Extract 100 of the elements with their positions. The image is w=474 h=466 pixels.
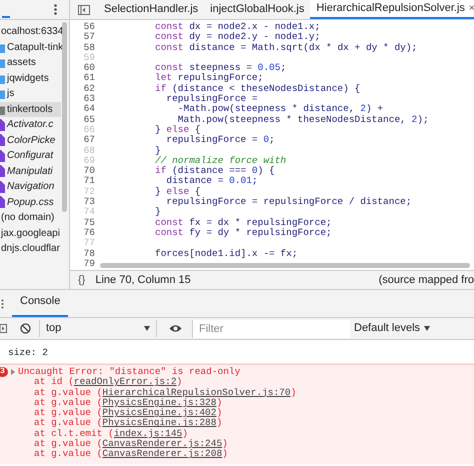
- line-number: 65: [82, 114, 95, 125]
- code-line: const distance = Math.sqrt(dx * dx + dy * dy);: [155, 42, 418, 53]
- file-icon: [0, 134, 5, 146]
- tree-item[interactable]: (no domain): [0, 210, 61, 226]
- code-line: if (distance === 0) {: [155, 166, 275, 176]
- code-line: const fx = dx * repulsingForce;: [155, 218, 332, 228]
- tree-item[interactable]: js: [0, 86, 61, 102]
- code-line: const dx = node2.x - node1.x;: [155, 22, 320, 32]
- tree-item[interactable]: Configurat: [0, 148, 61, 164]
- tree-item-label: Configurat: [7, 149, 54, 164]
- tree-item-label: Navigation: [7, 180, 54, 194]
- line-number: 66: [82, 124, 95, 136]
- line-number: 69: [82, 156, 95, 166]
- code-line: } else {: [155, 124, 201, 135]
- code-line: repulsingForce = 0;: [165, 135, 275, 146]
- levels-dropdown[interactable]: Default levels: [354, 320, 430, 337]
- tree-item-label: ColorPicke: [7, 134, 56, 148]
- code-line: Math.pow(steepness * theseNodesDistance, 2);: [176, 114, 429, 125]
- drag-handle-icon[interactable]: [1, 299, 4, 309]
- error-text: Uncaught Error: "distance" is read-only: [18, 367, 240, 377]
- log-message: size: 2: [8, 347, 48, 358]
- tree-item-label: tinkertools: [7, 102, 53, 117]
- source-link[interactable]: HierarchicalRepulsionSolver.js:70: [102, 386, 291, 398]
- cursor-position: Line 70, Column 15: [94, 272, 191, 288]
- editor-tab[interactable]: SelectionHandler.js: [98, 0, 204, 19]
- line-number: 67: [82, 135, 95, 146]
- pretty-print-button[interactable]: {}: [70, 272, 94, 288]
- tree-item-label: (no domain): [1, 211, 54, 226]
- sidebar-toggle-icon[interactable]: [0, 324, 7, 333]
- editor-tab[interactable]: injectGlobalHook.js: [204, 0, 310, 19]
- tree-item[interactable]: Manipulati: [0, 164, 61, 179]
- tree-item[interactable]: Navigation: [0, 179, 61, 194]
- tree-item-label: Activator.c: [7, 118, 54, 132]
- code-line: } else {: [155, 186, 201, 197]
- stack-frame: at g.value (PhysicsEngine.js:288): [0, 418, 474, 429]
- source-link[interactable]: index.js:145: [114, 428, 182, 439]
- line-number: 56: [82, 22, 95, 32]
- code-line: }: [155, 146, 161, 156]
- tree-item[interactable]: dnjs.cloudflar: [0, 241, 61, 256]
- source-link[interactable]: PhysicsEngine.js:402: [102, 407, 216, 418]
- source-link[interactable]: PhysicsEngine.js:288: [102, 417, 216, 428]
- tree-item-label: Catapult-tink: [7, 40, 64, 55]
- tree-item[interactable]: Catapult-tink: [0, 40, 61, 55]
- line-number: 75: [82, 218, 95, 228]
- code-line: repulsingForce = repulsingForce / distance;: [165, 197, 412, 208]
- tree-item[interactable]: Activator.c: [0, 117, 61, 132]
- stack-frame: at g.value (CanvasRenderer.js:208): [0, 449, 474, 460]
- tree-item-label: js: [7, 87, 14, 102]
- line-number: 71: [82, 176, 95, 187]
- code-line: const fy = dy * repulsingForce;: [155, 228, 332, 238]
- stack-frame: at g.value (HierarchicalRepulsionSolver.js:70): [0, 388, 474, 398]
- line-number: 74: [82, 207, 95, 218]
- context-select[interactable]: top: [39, 320, 157, 337]
- line-number: 60: [82, 63, 95, 74]
- tree-item[interactable]: jqwidgets: [0, 70, 61, 86]
- tree-item[interactable]: Popup.css: [0, 194, 61, 210]
- code-line: repulsingForce =: [165, 94, 258, 104]
- code-line: let repulsingForce;: [155, 73, 264, 84]
- editor-tab[interactable]: HierarchicalRepulsionSolver.js ×: [310, 0, 474, 19]
- eye-icon[interactable]: [169, 324, 182, 333]
- code-line: // normalize force with: [155, 156, 286, 166]
- caret-icon: [424, 326, 430, 331]
- tree-item-label: jqwidgets: [7, 72, 49, 86]
- clear-icon[interactable]: [20, 323, 31, 334]
- close-icon[interactable]: ×: [468, 1, 474, 16]
- stack-frame: at g.value (CanvasRenderer.js:245): [0, 439, 474, 450]
- line-number: 62: [82, 84, 95, 94]
- tree-item[interactable]: jax.googleapi: [0, 226, 61, 241]
- source-link[interactable]: readOnlyError.js:2: [74, 376, 177, 388]
- code-line: distance = 0.01;: [165, 176, 258, 187]
- code-line: const dy = node2.y - node1.y;: [155, 32, 320, 43]
- tree-item[interactable]: assets: [0, 55, 61, 70]
- line-number: 77: [82, 238, 95, 249]
- expand-triangle-icon[interactable]: [11, 369, 15, 376]
- error-count-badge: 3: [0, 367, 8, 378]
- stack-frame: at g.value (PhysicsEngine.js:328): [0, 398, 474, 408]
- code-line: }: [155, 207, 161, 218]
- file-icon: [0, 196, 5, 208]
- line-number: 57: [82, 32, 95, 43]
- tree-item-label: assets: [7, 56, 36, 70]
- code-line: -Math.pow(steepness * distance, 2) +: [178, 104, 384, 115]
- line-number: 73: [82, 197, 95, 208]
- line-number: 63: [82, 94, 95, 104]
- more-icon[interactable]: [54, 4, 57, 15]
- horizontal-scrollbar[interactable]: [100, 263, 470, 268]
- line-number: 78: [82, 248, 95, 259]
- line-number: 79: [82, 258, 95, 270]
- tree-item[interactable]: tinkertools: [0, 102, 61, 117]
- line-number: 72: [82, 186, 95, 198]
- filter-field[interactable]: Filter: [192, 320, 350, 338]
- tree-item[interactable]: ColorPicke: [0, 132, 61, 148]
- stack-frame: at id (readOnlyError.js:2): [0, 377, 474, 388]
- sidebar-toggle-icon[interactable]: [78, 4, 90, 14]
- source-link[interactable]: PhysicsEngine.js:328: [102, 396, 216, 408]
- line-number: 59: [82, 52, 95, 64]
- source-link[interactable]: CanvasRenderer.js:245: [102, 438, 222, 450]
- source-link[interactable]: CanvasRenderer.js:208: [102, 448, 222, 460]
- line-number: 61: [82, 73, 95, 84]
- code-line: if (distance < theseNodesDistance) {: [155, 84, 360, 94]
- code-line: forces[node1.id].x -= fx;: [155, 248, 298, 259]
